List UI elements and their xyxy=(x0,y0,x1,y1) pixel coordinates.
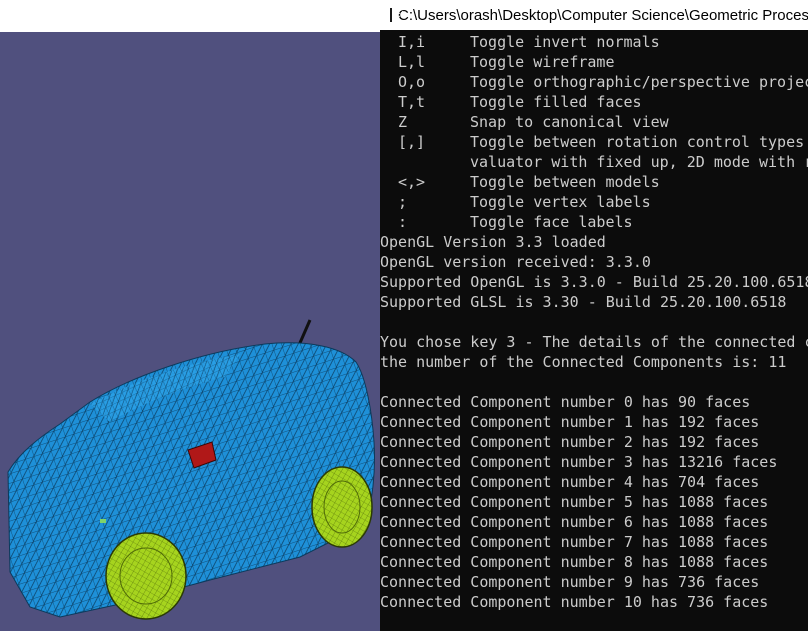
log-line: Connected Component number 10 has 736 fa… xyxy=(380,593,769,611)
log-line: Connected Component number 9 has 736 fac… xyxy=(380,573,760,591)
help-description: Toggle vertex labels xyxy=(470,193,651,211)
help-description: Toggle between rotation control types xyxy=(470,133,805,151)
vertex-marker xyxy=(100,519,106,523)
log-line: You chose key 3 - The details of the con… xyxy=(380,333,808,351)
help-line: O,o Toggle orthographic/perspective proje… xyxy=(380,72,808,92)
log-line: OpenGL version received: 3.3.0 xyxy=(380,253,651,271)
log-line: Connected Component number 6 has 1088 fa… xyxy=(380,513,769,531)
help-description: Toggle face labels xyxy=(470,213,633,231)
log-line: OpenGL Version 3.3 loaded xyxy=(380,233,606,251)
log-line: Connected Component number 8 has 1088 fa… xyxy=(380,553,769,571)
log-line: Connected Component number 3 has 13216 f… xyxy=(380,453,778,471)
log-line: Supported OpenGL is 3.3.0 - Build 25.20.… xyxy=(380,273,808,291)
help-key: O,o xyxy=(398,73,426,91)
log-line: Connected Component number 2 has 192 fac… xyxy=(380,433,760,451)
log-line: Connected Component number 4 has 704 fac… xyxy=(380,473,760,491)
front-tire xyxy=(105,532,187,620)
help-key: T,t xyxy=(398,93,426,111)
log-line: Connected Component number 1 has 192 fac… xyxy=(380,413,760,431)
help-description: Toggle between models xyxy=(470,173,660,191)
opengl-viewport[interactable] xyxy=(0,32,380,631)
console-title: C:\Users\orash\Desktop\Computer Science\… xyxy=(398,6,808,24)
help-key: <,> xyxy=(398,173,426,191)
help-key: ; xyxy=(398,193,408,211)
help-description: Toggle orthographic/perspective projecti… xyxy=(470,73,808,91)
help-line: L,l Toggle wireframe xyxy=(380,52,808,72)
help-key: Z xyxy=(398,113,408,131)
help-line: : Toggle face labels xyxy=(380,212,808,232)
cmd-icon xyxy=(390,8,406,22)
help-description: valuator with fixed up, 2D mode with r xyxy=(470,153,808,171)
car-mesh-render xyxy=(7,319,376,620)
console-output[interactable]: I,i Toggle invert normals L,l Toggle wirefr… xyxy=(380,32,808,612)
help-key: I,i xyxy=(398,33,426,51)
log-line: Supported GLSL is 3.30 - Build 25.20.100… xyxy=(380,293,787,311)
rear-tire xyxy=(311,466,373,548)
help-line: [,] Toggle between rotation control types xyxy=(380,132,808,152)
help-line: valuator with fixed up, 2D mode with r xyxy=(380,152,808,172)
log-line: Connected Component number 0 has 90 face… xyxy=(380,393,751,411)
console-titlebar[interactable]: C:\Users\orash\Desktop\Computer Science\… xyxy=(380,0,808,30)
help-line: T,t Toggle filled faces xyxy=(380,92,808,112)
log-line: Connected Component number 7 has 1088 fa… xyxy=(380,533,769,551)
help-line: I,i Toggle invert normals xyxy=(380,32,808,52)
log-line: Connected Component number 5 has 1088 fa… xyxy=(380,493,769,511)
help-line: ; Toggle vertex labels xyxy=(380,192,808,212)
help-line: Z Snap to canonical view xyxy=(380,112,808,132)
help-key: : xyxy=(398,213,408,231)
help-key: [,] xyxy=(398,133,426,151)
help-description: Toggle wireframe xyxy=(470,53,615,71)
help-description: Snap to canonical view xyxy=(470,113,669,131)
log-line: the number of the Connected Components i… xyxy=(380,353,787,371)
console-window[interactable]: C:\Users\orash\Desktop\Computer Science\… xyxy=(380,0,808,631)
viewer-top-strip xyxy=(0,0,380,32)
help-line: <,> Toggle between models xyxy=(380,172,808,192)
help-description: Toggle filled faces xyxy=(470,93,642,111)
help-description: Toggle invert normals xyxy=(470,33,660,51)
help-key: L,l xyxy=(398,53,426,71)
